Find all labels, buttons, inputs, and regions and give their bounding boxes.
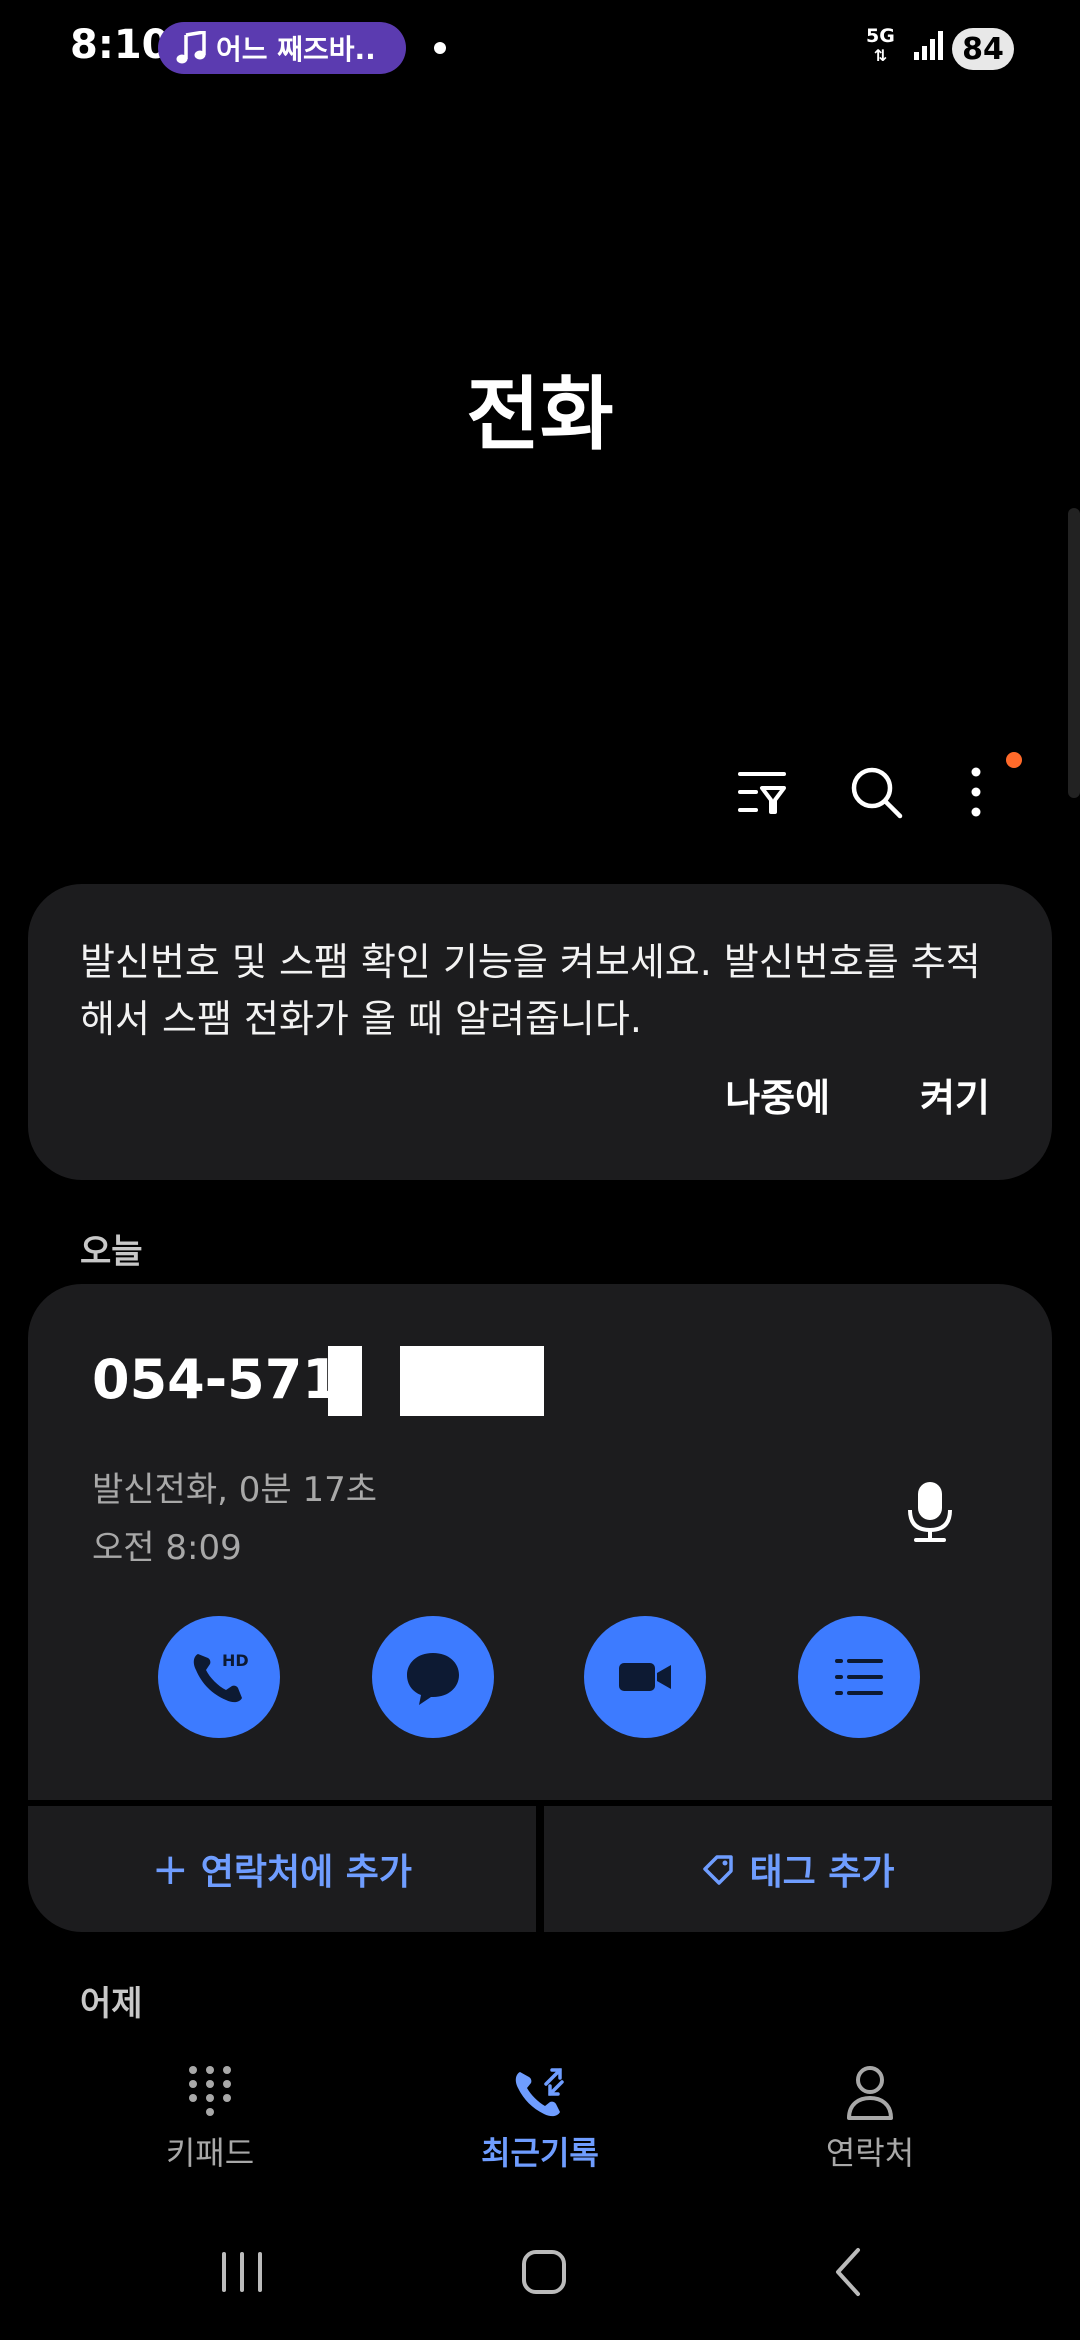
redacted-number: [400, 1346, 544, 1416]
tab-contacts[interactable]: 연락처: [760, 2062, 980, 2174]
filter-icon[interactable]: [732, 762, 792, 822]
call-detail: 발신전화, 0분 17초: [92, 1470, 377, 1510]
message-button[interactable]: [372, 1616, 494, 1738]
section-yesterday: 어제: [80, 1984, 143, 2024]
search-icon[interactable]: [846, 762, 906, 822]
call-time: 오전 8:09: [92, 1528, 242, 1568]
music-note-icon: [176, 31, 206, 64]
menu-badge-icon: [1006, 752, 1022, 768]
media-title: 어느 째즈바..: [216, 33, 376, 66]
plus-icon: +: [151, 1843, 189, 1895]
scroll-handle[interactable]: [1068, 508, 1080, 798]
recent-apps-icon[interactable]: [210, 2240, 274, 2304]
svg-text:HD: HD: [222, 1651, 249, 1670]
keypad-icon: [189, 2066, 231, 2116]
hd-call-button[interactable]: HD: [158, 1616, 280, 1738]
spam-check-banner: 발신번호 및 스팸 확인 기능을 켜보세요. 발신번호를 추적해서 스팸 전화가…: [28, 884, 1052, 1180]
tag-icon: [703, 1855, 734, 1885]
media-playing-pill[interactable]: 어느 째즈바..: [158, 22, 406, 74]
call-details-button[interactable]: [798, 1616, 920, 1738]
call-number: 054-571-: [92, 1348, 363, 1411]
network-5g-icon: 5G ⇅: [866, 25, 895, 65]
video-camera-icon: [619, 1663, 671, 1691]
person-icon: [847, 2066, 893, 2120]
phone-hd-icon: HD: [193, 1651, 249, 1703]
tab-recents-label: 최근기록: [481, 2134, 599, 2172]
recent-calls-icon: [515, 2068, 564, 2117]
more-options-icon[interactable]: [946, 762, 1006, 822]
back-icon[interactable]: [818, 2240, 882, 2304]
video-call-button[interactable]: [584, 1616, 706, 1738]
status-time: 8:10: [70, 22, 170, 68]
tab-contacts-label: 연락처: [825, 2134, 915, 2172]
recording-mic-icon[interactable]: [900, 1478, 960, 1544]
add-contact-button[interactable]: + 연락처에 추가: [28, 1806, 536, 1932]
page-title: 전화: [466, 368, 614, 461]
signal-strength-icon: [914, 31, 943, 60]
tab-keypad[interactable]: 키패드: [100, 2062, 320, 2174]
tab-recents[interactable]: 최근기록: [430, 2062, 650, 2174]
later-button[interactable]: 나중에: [725, 1067, 830, 1122]
message-bubble-icon: [407, 1653, 459, 1705]
notification-dot-icon: [434, 42, 446, 54]
banner-message: 발신번호 및 스팸 확인 기능을 켜보세요. 발신번호를 추적해서 스팸 전화가…: [80, 940, 981, 1041]
home-icon[interactable]: [512, 2240, 576, 2304]
battery-indicator: 84: [952, 28, 1014, 70]
tab-keypad-label: 키패드: [165, 2134, 255, 2172]
redacted-digit: [328, 1346, 362, 1416]
add-tag-button[interactable]: 태그 추가: [544, 1806, 1052, 1932]
list-icon: [835, 1659, 883, 1695]
enable-button[interactable]: 켜기: [920, 1067, 990, 1122]
section-today: 오늘: [80, 1232, 143, 1272]
